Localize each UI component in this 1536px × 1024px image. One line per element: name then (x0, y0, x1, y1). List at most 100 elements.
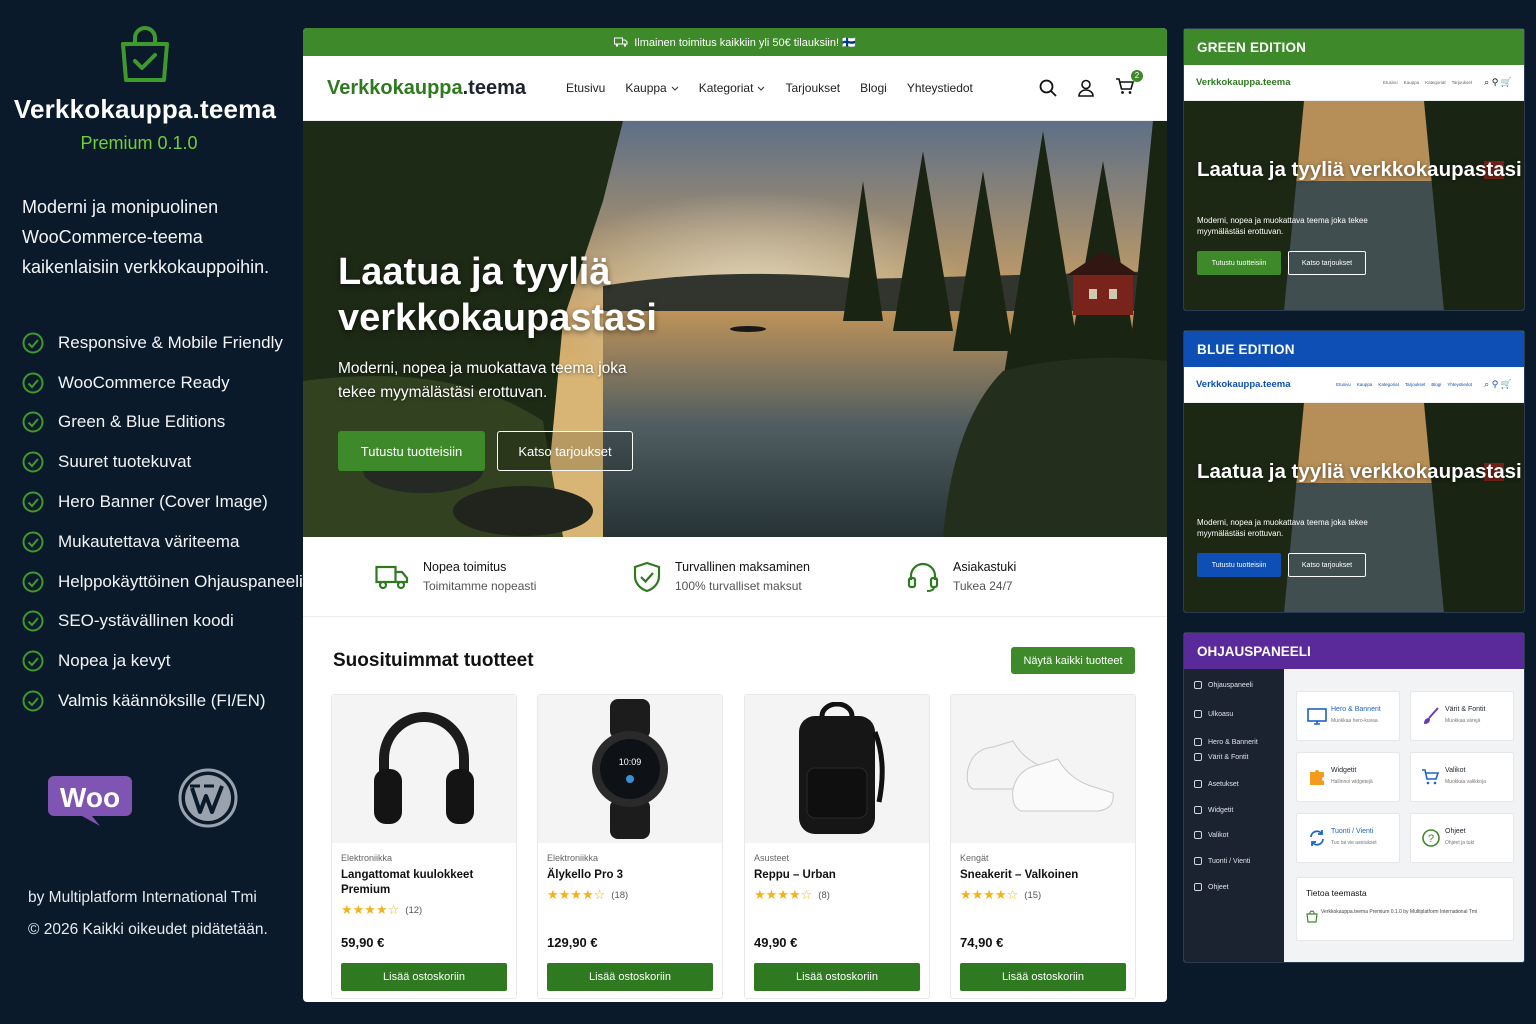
cart-button[interactable]: 2 (1115, 69, 1143, 100)
sidebar-item-help[interactable]: Ohjeet (1194, 883, 1229, 891)
view-offers-button[interactable]: Katso tarjoukset (1288, 251, 1366, 275)
help-icon: ? (1422, 829, 1440, 847)
view-all-products-button[interactable]: Näytä kaikki tuotteet (1011, 647, 1135, 674)
menu-item-blogi[interactable]: Blogi (860, 81, 887, 95)
monitor-icon (1307, 708, 1327, 725)
product-card[interactable]: Asusteet Reppu – Urban ★★★★☆ (8) 49,90 € … (744, 694, 930, 999)
sidebar-item-hero[interactable]: Hero & Bannerit (1194, 738, 1258, 746)
puzzle-icon (1310, 770, 1324, 785)
check-circle-icon (22, 332, 44, 354)
sidebar-item-settings[interactable]: Asetukset (1194, 780, 1239, 788)
product-price: 129,90 € (547, 935, 598, 950)
tile-hero[interactable]: Hero & Bannerit Muokkaa hero-kuvaa (1296, 691, 1400, 741)
menu-item-kategoriat[interactable]: Kategoriat (699, 81, 766, 95)
brush-icon (1424, 707, 1439, 724)
sidebar-item-appearance[interactable]: Ulkoasu (1194, 710, 1233, 718)
check-circle-icon (22, 451, 44, 473)
menu-item-etusivu[interactable]: Etusivu (566, 81, 605, 95)
product-price: 59,90 € (341, 935, 385, 950)
about-theme-card: Tietoa teemasta Verkkokauppa.teema Premi… (1296, 877, 1514, 941)
tile-import-export[interactable]: Tuonti / Vienti Tuo tai vie asetukset (1296, 813, 1400, 863)
product-card[interactable]: Kengät Sneakerit – Valkoinen ★★★★☆ (15) 7… (950, 694, 1136, 999)
site-logo[interactable]: Verkkokauppa.teema (327, 77, 526, 100)
sidebar-item-dashboard[interactable]: Ohjauspaneeli (1194, 681, 1253, 689)
product-image-backpack[interactable] (745, 695, 929, 843)
menu-icon (1194, 831, 1202, 839)
cart-count-badge: 2 (1131, 69, 1143, 82)
product-name[interactable]: Langattomat kuulokkeet Premium (341, 868, 507, 898)
mini-header-icons: ⌕ ⚲ 🛒 (1484, 379, 1512, 389)
search-icon[interactable] (1039, 79, 1057, 97)
widget-icon (1194, 806, 1202, 814)
check-circle-icon (22, 531, 44, 553)
check-circle-icon (22, 491, 44, 513)
dashboard-sidebar: Ohjauspaneeli Ulkoasu Hero & Bannerit Vä… (1184, 669, 1284, 962)
sidebar-item-menus[interactable]: Valikot (1194, 831, 1229, 839)
sidebar-item-import-export[interactable]: Tuonti / Vienti (1194, 857, 1250, 865)
explore-products-button[interactable]: Tutustu tuotteisiin (1197, 251, 1281, 275)
sidebar-item-widgets[interactable]: Widgetit (1194, 806, 1233, 814)
hero-banner: Laatua ja tyyliä verkkokaupastasi Modern… (303, 121, 1167, 537)
usp-item: Nopea toimitus Toimitamme nopeasti (375, 560, 536, 593)
add-to-cart-button[interactable]: Lisää ostoskoriin (341, 963, 507, 991)
image-icon (1194, 738, 1202, 746)
woocommerce-logo: Woo (48, 776, 132, 826)
feature-item: Suuret tuotekuvat (22, 442, 303, 482)
mini-header-icons: ⌕ ⚲ 🛒 (1484, 77, 1512, 87)
gear-icon (1194, 780, 1202, 788)
rating-stars: ★★★★☆ (18) (547, 887, 629, 902)
brush-icon (1194, 753, 1202, 761)
tile-help[interactable]: ? Ohjeet Ohjeet ja tuki (1410, 813, 1514, 863)
main-menu: Etusivu Kauppa Kategoriat Tarjoukset Blo… (566, 81, 973, 95)
account-icon[interactable] (1077, 79, 1095, 97)
tile-widgets[interactable]: Widgetit Hallinnoi widgetejä (1296, 752, 1400, 802)
product-price: 74,90 € (960, 935, 1004, 950)
credit: by Multiplatform International Tmi © 202… (28, 889, 268, 938)
feature-item: Responsive & Mobile Friendly (22, 323, 303, 363)
sync-icon (1194, 857, 1202, 865)
menu-item-kauppa[interactable]: Kauppa (625, 81, 679, 95)
shield-icon (633, 561, 661, 592)
add-to-cart-button[interactable]: Lisää ostoskoriin (960, 963, 1126, 991)
explore-products-button[interactable]: Tutustu tuotteisiin (338, 431, 485, 471)
wordpress-logo (178, 768, 238, 828)
check-circle-icon (22, 571, 44, 593)
check-circle-icon (22, 650, 44, 672)
view-offers-button[interactable]: Katso tarjoukset (497, 431, 633, 471)
mini-header: Verkkokauppa.teema Etusivu Kauppa Kategori… (1184, 367, 1524, 403)
chevron-down-icon (758, 86, 765, 91)
check-circle-icon (22, 690, 44, 712)
view-offers-button[interactable]: Katso tarjoukset (1288, 553, 1366, 577)
tile-colors[interactable]: Värit & Fontit Muokkaa värejä (1410, 691, 1514, 741)
edition-header: BLUE EDITION (1184, 331, 1524, 367)
feature-item: WooCommerce Ready (22, 363, 303, 403)
headphones-image (374, 712, 474, 824)
rating-stars: ★★★★☆ (8) (754, 887, 830, 902)
announcement-bar: Ilmainen toimitus kaikkiin yli 50€ tilau… (303, 28, 1167, 56)
add-to-cart-button[interactable]: Lisää ostoskoriin (547, 963, 713, 991)
explore-products-button[interactable]: Tutustu tuotteisiin (1197, 553, 1281, 577)
product-image-smartwatch[interactable]: 10:09 (538, 695, 722, 843)
palette-icon (1194, 710, 1202, 718)
add-to-cart-button[interactable]: Lisää ostoskoriin (754, 963, 920, 991)
product-card[interactable]: Elektroniikka Langattomat kuulokkeet Pre… (331, 694, 517, 999)
svg-text:Woo: Woo (60, 782, 120, 813)
menu-item-tarjoukset[interactable]: Tarjoukset (785, 81, 840, 95)
menu-item-yhteystiedot[interactable]: Yhteystiedot (907, 81, 973, 95)
check-circle-icon (22, 610, 44, 632)
hero-subtitle: Moderni, nopea ja muokattava teema joka … (338, 360, 627, 401)
product-image-headphones[interactable] (332, 695, 516, 843)
feature-item: Hero Banner (Cover Image) (22, 482, 303, 522)
check-circle-icon (22, 372, 44, 394)
header-icons: 2 (1039, 69, 1143, 100)
feature-item: SEO-ystävällinen koodi (22, 602, 303, 642)
product-image-sneakers[interactable] (951, 695, 1135, 843)
svg-text:?: ? (1428, 833, 1434, 845)
feature-item: Green & Blue Editions (22, 403, 303, 443)
sidebar-item-colors[interactable]: Värit & Fontit (1194, 753, 1248, 761)
usp-item: Turvallinen maksaminen 100% turvalliset m… (633, 560, 810, 593)
tile-menus[interactable]: Valikot Muokkaa valikkoja (1410, 752, 1514, 802)
check-circle-icon (22, 411, 44, 433)
product-card[interactable]: 10:09 Elektroniikka Älykello Pro 3 ★★★★☆… (537, 694, 723, 999)
svg-text:10:09: 10:09 (619, 757, 642, 767)
